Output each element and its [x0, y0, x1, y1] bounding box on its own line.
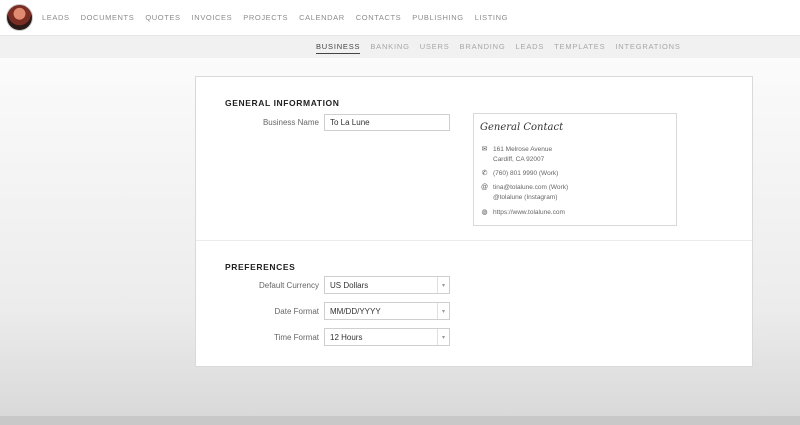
- tab-templates[interactable]: TEMPLATES: [554, 42, 605, 54]
- general-contact-card[interactable]: General Contact ✉ 161 Melrose Avenue Car…: [473, 113, 677, 226]
- globe-icon: ◍: [481, 209, 488, 216]
- preferences-heading: PREFERENCES: [225, 262, 296, 272]
- business-name-label: Business Name: [262, 118, 319, 127]
- contact-address: ✉ 161 Melrose Avenue Cardiff, CA 92007: [480, 145, 553, 164]
- nav-item-documents[interactable]: DOCUMENTS: [81, 13, 135, 22]
- general-information-heading: GENERAL INFORMATION: [225, 98, 340, 108]
- nav-item-calendar[interactable]: CALENDAR: [299, 13, 345, 22]
- bottom-scroll-area: [0, 416, 800, 425]
- user-avatar[interactable]: [6, 4, 33, 31]
- date-format-label: Date Format: [274, 307, 319, 316]
- general-contact-title: General Contact: [480, 122, 564, 133]
- date-format-value: MM/DD/YYYY: [330, 306, 381, 316]
- contact-website: ◍ https://www.tolalune.com: [480, 208, 565, 218]
- at-icon: @: [480, 184, 489, 191]
- default-currency-select[interactable]: US Dollars ▾: [324, 276, 450, 294]
- website-text: https://www.tolalune.com: [493, 209, 565, 216]
- top-navigation-bar: LEADS DOCUMENTS QUOTES INVOICES PROJECTS…: [0, 0, 800, 36]
- date-format-select[interactable]: MM/DD/YYYY ▾: [324, 302, 450, 320]
- chevron-down-icon[interactable]: ▾: [437, 329, 449, 345]
- address-line-2: Cardiff, CA 92007: [493, 155, 545, 163]
- section-divider: [196, 240, 752, 241]
- instagram-text: @tolalune (Instagram): [493, 193, 558, 201]
- phone-text: (760) 801 9990 (Work): [493, 170, 559, 177]
- business-settings-card: GENERAL INFORMATION Business Name Genera…: [195, 76, 753, 367]
- time-format-value: 12 Hours: [330, 332, 363, 342]
- nav-item-invoices[interactable]: INVOICES: [192, 13, 233, 22]
- tab-business[interactable]: BUSINESS: [316, 42, 361, 54]
- default-currency-label: Default Currency: [258, 281, 319, 290]
- business-name-input[interactable]: [324, 114, 450, 131]
- nav-item-publishing[interactable]: PUBLISHING: [412, 13, 463, 22]
- tab-integrations[interactable]: INTEGRATIONS: [615, 42, 680, 54]
- envelope-icon: ✉: [481, 146, 488, 153]
- time-format-select[interactable]: 12 Hours ▾: [324, 328, 450, 346]
- tab-users[interactable]: USERS: [420, 42, 450, 54]
- contact-email: @ tina@tolalune.com (Work) @tolalune (In…: [480, 183, 568, 202]
- settings-tabs: BUSINESS BANKING USERS BRANDING LEADS TE…: [316, 42, 681, 54]
- nav-item-leads[interactable]: LEADS: [42, 13, 70, 22]
- time-format-label: Time Format: [273, 333, 319, 342]
- tab-banking[interactable]: BANKING: [370, 42, 409, 54]
- tab-branding[interactable]: BRANDING: [460, 42, 506, 54]
- chevron-down-icon[interactable]: ▾: [437, 277, 449, 293]
- nav-item-contacts[interactable]: CONTACTS: [356, 13, 402, 22]
- tab-leads[interactable]: LEADS: [516, 42, 545, 54]
- address-line-1: 161 Melrose Avenue: [493, 146, 553, 153]
- default-currency-value: US Dollars: [330, 280, 369, 290]
- nav-item-projects[interactable]: PROJECTS: [243, 13, 288, 22]
- chevron-down-icon[interactable]: ▾: [437, 303, 449, 319]
- nav-item-listing[interactable]: LISTING: [475, 13, 508, 22]
- main-nav: LEADS DOCUMENTS QUOTES INVOICES PROJECTS…: [42, 13, 508, 22]
- contact-phone: ✆ (760) 801 9990 (Work): [480, 169, 559, 179]
- email-text: tina@tolalune.com (Work): [493, 184, 569, 191]
- phone-icon: ✆: [481, 170, 488, 177]
- nav-item-quotes[interactable]: QUOTES: [145, 13, 180, 22]
